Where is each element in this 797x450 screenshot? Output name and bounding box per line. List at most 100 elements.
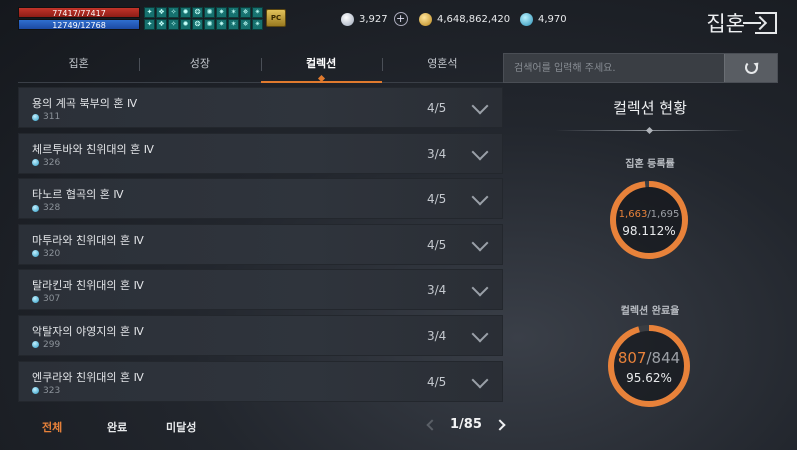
tab-bar: 집혼 성장 컬렉션 영혼석: [18, 50, 503, 83]
filter-all[interactable]: 전체: [42, 419, 62, 435]
buff-icon[interactable]: ✶: [228, 7, 239, 18]
collection-name: 체르투바와 친위대의 혼 Ⅳ: [32, 142, 154, 156]
buff-icon[interactable]: ✴: [252, 7, 263, 18]
buff-icon[interactable]: ✴: [252, 19, 263, 30]
collection-points: 311: [32, 112, 60, 122]
page-indicator: 1/85: [450, 417, 482, 432]
completion-ring: 807/844 95.62%: [606, 323, 692, 409]
gem-icon: [520, 12, 533, 26]
tab-label: 영혼석: [427, 57, 458, 70]
collection-name: 악탈자의 야영지의 혼 Ⅳ: [32, 324, 144, 338]
chevron-down-icon[interactable]: [471, 188, 489, 206]
registration-percent: 98.112%: [622, 224, 676, 238]
hp-bar: 77417/77417: [18, 7, 140, 18]
points-value: 320: [43, 248, 61, 259]
refresh-icon: [745, 61, 758, 74]
collection-progress: 4/5: [427, 374, 447, 389]
collection-row[interactable]: 용의 계곡 북부의 혼 Ⅳ 311 4/5: [18, 87, 503, 128]
soul-point-icon: [32, 387, 39, 395]
chevron-down-icon[interactable]: [471, 97, 489, 115]
collection-list: 용의 계곡 북부의 혼 Ⅳ 311 4/5 체르투바와 친위대의 혼 Ⅳ 326…: [18, 87, 503, 406]
collection-name: 탈라킨과 친위대의 혼 Ⅳ: [32, 279, 144, 293]
soul-point-icon: [32, 159, 39, 167]
buff-icon[interactable]: ✧: [168, 19, 179, 30]
collection-row[interactable]: 마투라와 친위대의 혼 Ⅳ 320 4/5: [18, 223, 503, 265]
collection-name: 타노르 협곡의 혼 Ⅳ: [32, 188, 124, 202]
panel-title: 컬렉션 현황: [613, 99, 687, 117]
buff-icons: ✦ ❖ ✧ ✹ ❂ ✺ ✷ ✶ ✵ ✴ ✦ ❖ ✧ ✹ ❂ ✺ ✷ ✶ ✵ ✴: [144, 7, 263, 31]
buff-icon[interactable]: ✶: [228, 19, 239, 30]
vitals: 77417/77417 12749/12768: [18, 7, 140, 30]
buff-icon[interactable]: ✷: [216, 19, 227, 30]
registration-total: /1,695: [647, 209, 680, 220]
buff-icon[interactable]: ✺: [204, 19, 215, 30]
buff-icon[interactable]: ✷: [216, 7, 227, 18]
chevron-down-icon[interactable]: [471, 371, 489, 389]
collection-row[interactable]: 탈라킨과 친위대의 혼 Ⅳ 307 3/4: [18, 269, 503, 311]
gem-currency: 4,970: [520, 11, 567, 27]
collection-name: 용의 계곡 북부의 혼 Ⅳ: [32, 97, 138, 110]
filter-incomplete[interactable]: 미달성: [166, 419, 196, 435]
chevron-down-icon[interactable]: [471, 325, 489, 343]
filter-complete[interactable]: 완료: [107, 419, 127, 435]
collection-row[interactable]: 엔쿠라와 친위대의 혼 Ⅳ 323 4/5: [18, 360, 503, 402]
collection-progress: 4/5: [427, 237, 447, 252]
buff-icon[interactable]: ✹: [180, 7, 191, 18]
collection-progress: 3/4: [427, 328, 447, 343]
tab-soulstone[interactable]: 영혼석: [381, 50, 503, 82]
points-value: 328: [43, 203, 61, 214]
tab-collection[interactable]: 컬렉션: [260, 50, 383, 83]
soul-point-icon: [32, 250, 39, 258]
gold-icon: [419, 12, 432, 26]
add-diamond-button[interactable]: +: [393, 12, 408, 26]
tab-growth[interactable]: 성장: [139, 50, 260, 82]
divider-ornament: [645, 126, 654, 135]
buff-icon[interactable]: ✦: [144, 7, 155, 18]
registration-label: 집혼 등록률: [625, 159, 675, 170]
buff-icon[interactable]: ❖: [156, 7, 167, 18]
search-input[interactable]: [504, 54, 724, 82]
collection-row[interactable]: 악탈자의 야영지의 혼 Ⅳ 299 3/4: [18, 314, 503, 356]
buff-icon[interactable]: ❖: [156, 19, 167, 30]
collection-points: 323: [32, 386, 60, 396]
divider: [555, 126, 745, 135]
buff-icon[interactable]: ✺: [204, 7, 215, 18]
buff-icon[interactable]: ✵: [240, 19, 251, 30]
collection-progress: 4/5: [427, 192, 447, 207]
soul-point-icon: [32, 341, 39, 349]
exit-icon[interactable]: [743, 12, 777, 34]
points-value: 323: [43, 385, 61, 396]
tab-label: 집혼: [68, 57, 89, 70]
collection-progress: 4/5: [427, 101, 447, 115]
chevron-down-icon[interactable]: [471, 234, 489, 252]
completion-percent: 95.62%: [626, 371, 672, 385]
buff-icon[interactable]: ✦: [144, 19, 155, 30]
buff-icon[interactable]: ❂: [192, 7, 203, 18]
collection-points: 326: [32, 158, 60, 168]
next-page-icon[interactable]: [494, 418, 506, 431]
collection-points: 307: [32, 294, 60, 304]
completion-current: 807: [617, 349, 647, 367]
buff-icon[interactable]: ❂: [192, 19, 203, 30]
collection-name: 엔쿠라와 친위대의 혼 Ⅳ: [32, 370, 144, 384]
previous-page-icon[interactable]: [426, 418, 438, 431]
collection-row[interactable]: 타노르 협곡의 혼 Ⅳ 328 4/5: [18, 178, 503, 220]
collection-progress: 3/4: [427, 283, 447, 298]
buff-icon[interactable]: ✧: [168, 7, 179, 18]
chevron-down-icon[interactable]: [471, 143, 489, 161]
buff-icon[interactable]: ✹: [180, 19, 191, 30]
buff-icon[interactable]: ✵: [240, 7, 251, 18]
tab-soul-collect[interactable]: 집혼: [18, 50, 139, 82]
registration-ring-graphic: [610, 181, 688, 259]
search-box: [503, 53, 778, 83]
collection-row[interactable]: 체르투바와 친위대의 혼 Ⅳ 326 3/4: [18, 132, 503, 174]
gold-currency: 4,648,862,420: [419, 11, 510, 27]
completion-total: /844: [646, 349, 681, 367]
collection-progress: 3/4: [427, 146, 447, 161]
gold-amount: 4,648,862,420: [437, 13, 511, 25]
refresh-button[interactable]: [724, 54, 777, 82]
chevron-down-icon[interactable]: [471, 279, 489, 297]
points-value: 299: [43, 339, 61, 350]
window-title: 집혼: [706, 12, 745, 36]
pc-badge[interactable]: PC: [266, 9, 286, 27]
